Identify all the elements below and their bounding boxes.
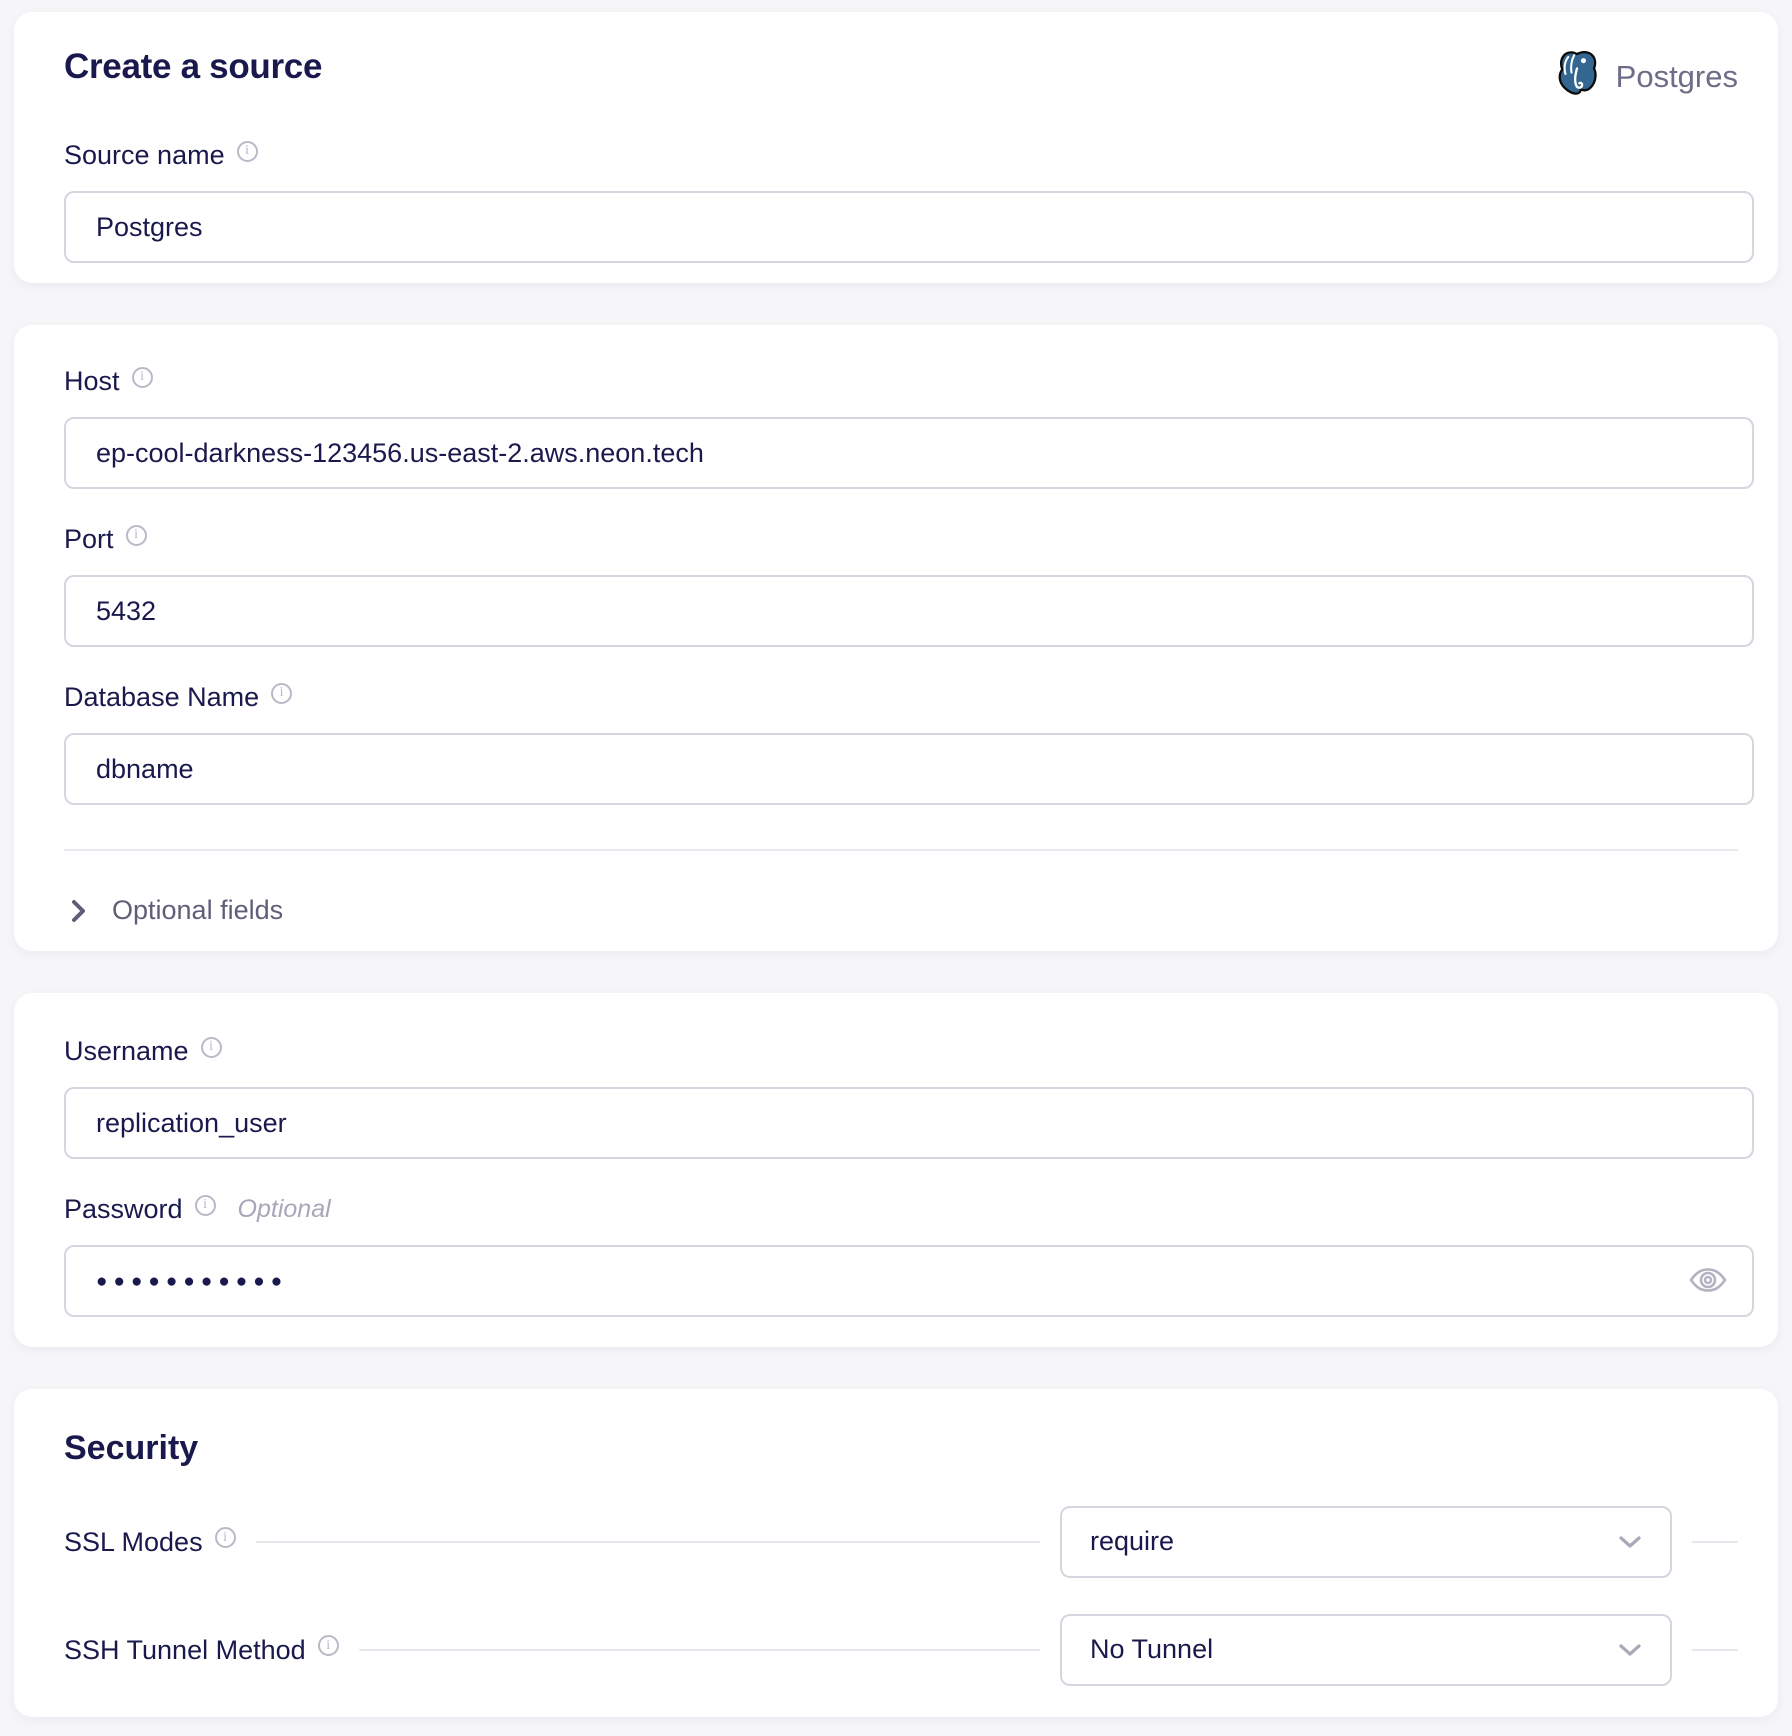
ssh-tunnel-rule-line [359, 1649, 1040, 1651]
ssl-modes-selected-value: require [1090, 1526, 1174, 1557]
ssl-modes-select[interactable]: require [1060, 1506, 1672, 1578]
connector-chip: Postgres [1554, 50, 1738, 103]
host-info-icon[interactable]: i [132, 367, 153, 388]
ssh-tunnel-row: SSH Tunnel Method i No Tunnel [64, 1614, 1738, 1686]
ssl-modes-row: SSL Modes i require [64, 1506, 1738, 1578]
host-label: Host [64, 365, 120, 397]
source-name-info-icon[interactable]: i [237, 141, 258, 162]
password-label: Password [64, 1193, 183, 1225]
username-label: Username [64, 1035, 189, 1067]
password-optional-tag: Optional [238, 1195, 331, 1224]
port-label: Port [64, 523, 114, 555]
ssl-modes-rule-line [256, 1541, 1040, 1543]
source-name-label: Source name [64, 139, 225, 171]
username-info-icon[interactable]: i [201, 1037, 222, 1058]
page-title: Create a source [64, 46, 322, 88]
connection-card: Host i Port i Database Name i Optional f… [14, 325, 1778, 951]
ssh-tunnel-method-label: SSH Tunnel Method [64, 1634, 306, 1666]
chevron-down-icon [1618, 1535, 1642, 1549]
chevron-right-icon [70, 898, 88, 924]
eye-icon [1688, 1265, 1728, 1298]
database-name-input[interactable] [64, 733, 1754, 805]
connector-name-label: Postgres [1616, 59, 1738, 95]
postgres-logo-icon [1554, 50, 1600, 103]
create-source-card: Create a source Postgres Source name i [14, 12, 1778, 283]
ssh-tunnel-rule-end [1692, 1649, 1738, 1651]
optional-fields-label: Optional fields [112, 895, 283, 926]
password-info-icon[interactable]: i [195, 1195, 216, 1216]
password-masked-value: ●●●●●●●●●●● [96, 1272, 288, 1291]
ssl-modes-info-icon[interactable]: i [215, 1527, 236, 1548]
port-info-icon[interactable]: i [126, 525, 147, 546]
database-name-info-icon[interactable]: i [271, 683, 292, 704]
port-input[interactable] [64, 575, 1754, 647]
username-input[interactable] [64, 1087, 1754, 1159]
host-input[interactable] [64, 417, 1754, 489]
database-name-label: Database Name [64, 681, 259, 713]
chevron-down-icon [1618, 1643, 1642, 1657]
source-name-input[interactable] [64, 191, 1754, 263]
security-section-title: Security [64, 1427, 1738, 1470]
ssh-tunnel-info-icon[interactable]: i [318, 1635, 339, 1656]
security-card: Security SSL Modes i require SSH Tunnel … [14, 1389, 1778, 1717]
ssh-tunnel-selected-value: No Tunnel [1090, 1634, 1213, 1665]
ssh-tunnel-method-select[interactable]: No Tunnel [1060, 1614, 1672, 1686]
ssl-modes-rule-end [1692, 1541, 1738, 1543]
toggle-password-visibility-button[interactable] [1686, 1259, 1730, 1303]
credentials-card: Username i Password i Optional ●●●●●●●●●… [14, 993, 1778, 1347]
section-divider [64, 849, 1738, 851]
optional-fields-toggle[interactable]: Optional fields [64, 895, 1738, 926]
ssl-modes-label: SSL Modes [64, 1526, 203, 1558]
password-input[interactable]: ●●●●●●●●●●● [64, 1245, 1754, 1317]
